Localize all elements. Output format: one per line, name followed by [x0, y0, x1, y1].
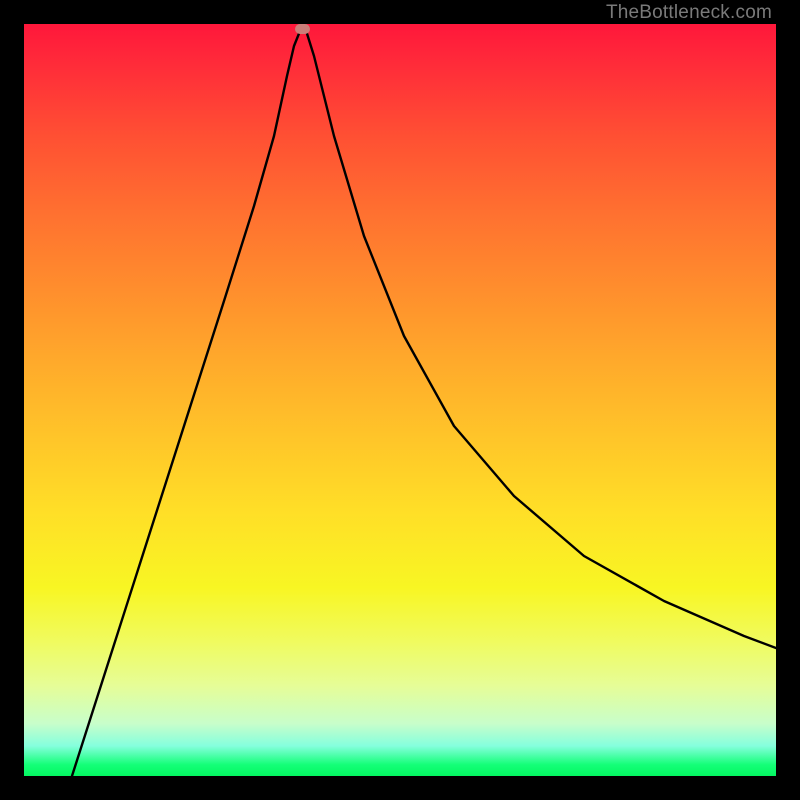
- optimal-point-marker: [295, 24, 310, 34]
- attribution-label: TheBottleneck.com: [606, 2, 772, 24]
- bottleneck-curve: [24, 24, 776, 776]
